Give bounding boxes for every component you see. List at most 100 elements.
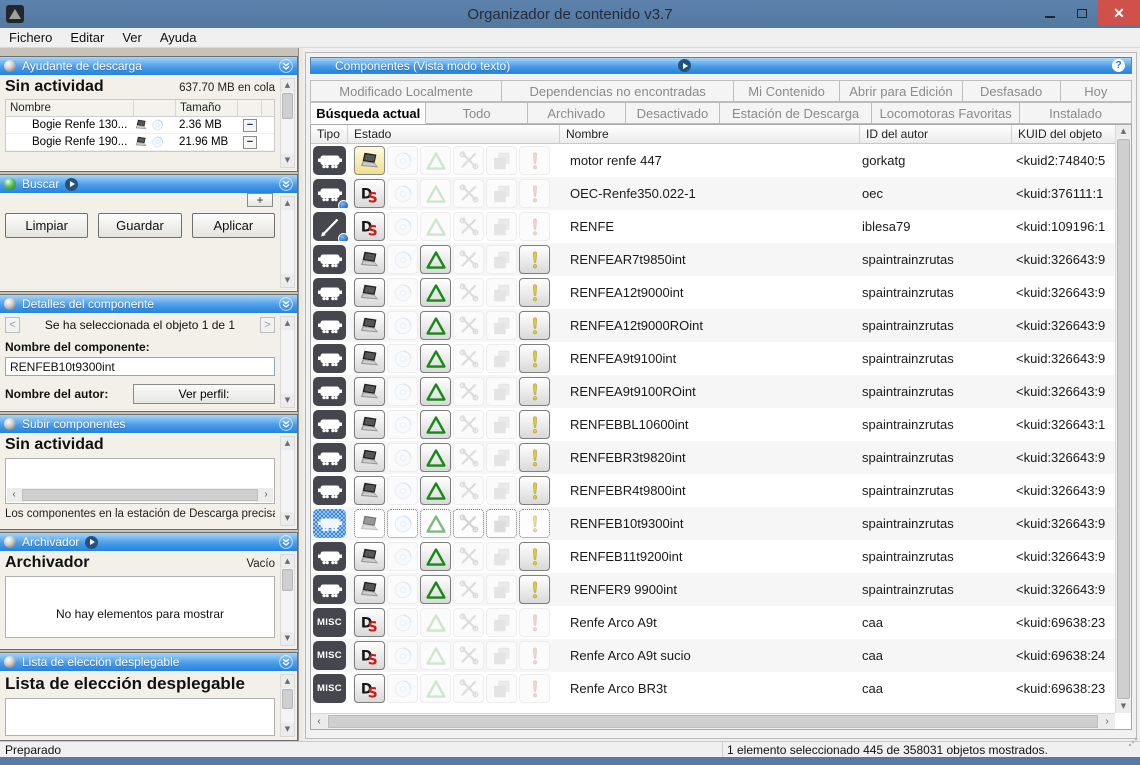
alert-status-icon[interactable]: [519, 344, 550, 373]
package-status-icon[interactable]: [486, 344, 517, 373]
scroll-down-icon[interactable]: ▼: [281, 274, 294, 287]
table-row[interactable]: DSOEC-Renfe350.022-1oec<kuid:376111:1: [311, 177, 1115, 210]
package-status-icon[interactable]: [486, 443, 517, 472]
tab-busqueda-actual[interactable]: Búsqueda actual: [310, 102, 426, 124]
tools-status-icon[interactable]: [453, 641, 484, 670]
triangle-status-icon[interactable]: [420, 212, 451, 241]
view-profile-button[interactable]: Ver perfil:: [133, 384, 275, 404]
column-header-action[interactable]: [238, 100, 262, 116]
package-status-icon[interactable]: [486, 476, 517, 505]
table-vscrollbar[interactable]: ▲ ▼: [1115, 125, 1131, 713]
triangle-status-icon[interactable]: [420, 575, 451, 604]
panel-header-dropdown-list[interactable]: Lista de elección desplegable: [0, 653, 297, 671]
tools-status-icon[interactable]: [453, 575, 484, 604]
scroll-up-icon[interactable]: ▲: [281, 79, 294, 92]
tab-desactivado[interactable]: Desactivado: [626, 102, 720, 124]
package-status-icon[interactable]: [486, 674, 517, 703]
panel-header-search[interactable]: Buscar: [0, 175, 297, 193]
play-icon[interactable]: [85, 536, 98, 549]
table-row[interactable]: DSRENFEiblesa79<kuid:109196:1: [311, 210, 1115, 243]
alert-status-icon[interactable]: [519, 245, 550, 274]
package-status-icon[interactable]: [486, 608, 517, 637]
scroll-thumb[interactable]: [282, 689, 293, 709]
cd-status-icon[interactable]: [387, 146, 418, 175]
tools-status-icon[interactable]: [453, 476, 484, 505]
alert-status-icon[interactable]: [519, 212, 550, 241]
scroll-thumb[interactable]: [282, 569, 293, 591]
tab-locomotoras-favoritas[interactable]: Locomotoras Favoritas: [872, 102, 1020, 124]
laptop-status-icon[interactable]: [354, 311, 385, 340]
package-status-icon[interactable]: [486, 179, 517, 208]
table-row[interactable]: MISCDSRenfe Arco BR3tcaa<kuid:69638:23: [311, 672, 1115, 705]
package-status-icon[interactable]: [486, 641, 517, 670]
table-row[interactable]: RENFEB11t9200intspaintrainzrutas<kuid:32…: [311, 540, 1115, 573]
table-row[interactable]: RENFER9 9900intspaintrainzrutas<kuid:326…: [311, 573, 1115, 606]
download-helper-scrollbar[interactable]: ▲ ▼: [280, 78, 295, 168]
download-queue-row[interactable]: Bogie Renfe 130...2.36 MB−: [6, 117, 274, 134]
limpiar-button[interactable]: Limpiar: [5, 213, 88, 238]
alert-status-icon[interactable]: [519, 575, 550, 604]
cd-status-icon[interactable]: [387, 575, 418, 604]
laptop-status-icon[interactable]: [354, 410, 385, 439]
alert-status-icon[interactable]: [519, 377, 550, 406]
column-header-nombre[interactable]: Nombre: [6, 100, 134, 116]
laptop-status-icon[interactable]: [354, 542, 385, 571]
tools-status-icon[interactable]: [453, 278, 484, 307]
scroll-up-icon[interactable]: ▲: [281, 675, 294, 688]
tools-status-icon[interactable]: [453, 146, 484, 175]
cd-status-icon[interactable]: [387, 212, 418, 241]
component-name-input[interactable]: [5, 357, 275, 376]
collapse-icon[interactable]: [279, 417, 293, 431]
column-header-estado[interactable]: Estado: [348, 125, 560, 143]
tools-status-icon[interactable]: [453, 212, 484, 241]
scroll-up-icon[interactable]: ▲: [281, 197, 294, 210]
cd-status-icon[interactable]: [387, 674, 418, 703]
alert-status-icon[interactable]: [519, 410, 550, 439]
column-header-tipo[interactable]: Tipo: [311, 125, 348, 143]
remove-download-button[interactable]: −: [243, 136, 257, 149]
collapse-icon[interactable]: [279, 297, 293, 311]
cd-status-icon[interactable]: [387, 641, 418, 670]
alert-status-icon[interactable]: [519, 608, 550, 637]
tab-archivado[interactable]: Archivado: [528, 102, 626, 124]
laptop-status-icon[interactable]: [354, 443, 385, 472]
scroll-down-icon[interactable]: ▼: [281, 394, 294, 407]
panel-header-upload[interactable]: Subir componentes: [0, 415, 297, 433]
maximize-button[interactable]: [1066, 0, 1098, 26]
aplicar-button[interactable]: Aplicar: [192, 213, 275, 238]
alert-status-icon[interactable]: [519, 146, 550, 175]
scroll-left-icon[interactable]: ‹: [311, 714, 327, 729]
collapse-icon[interactable]: [279, 535, 293, 549]
dropdown-listbox[interactable]: [5, 698, 275, 736]
column-header-id-del-autor[interactable]: ID del autor: [860, 125, 1012, 143]
tab-estacion-de-descarga[interactable]: Estación de Descarga: [720, 102, 872, 124]
tab-dependencias-no-encontradas[interactable]: Dependencias no encontradas: [502, 80, 734, 102]
scroll-thumb[interactable]: [328, 715, 1098, 728]
ds-status-icon[interactable]: DS: [354, 641, 385, 670]
prev-object-button[interactable]: <: [5, 317, 20, 333]
cd-status-icon[interactable]: [387, 344, 418, 373]
table-row[interactable]: RENFEA12t9000intspaintrainzrutas<kuid:32…: [311, 276, 1115, 309]
package-status-icon[interactable]: [486, 245, 517, 274]
table-row[interactable]: RENFEA9t9100intspaintrainzrutas<kuid:326…: [311, 342, 1115, 375]
cd-status-icon[interactable]: [387, 377, 418, 406]
laptop-status-icon[interactable]: [354, 278, 385, 307]
upload-hscrollbar[interactable]: ‹ ›: [7, 488, 273, 502]
collapse-icon[interactable]: [279, 59, 293, 73]
triangle-status-icon[interactable]: [420, 608, 451, 637]
scroll-thumb[interactable]: [22, 489, 258, 501]
cd-status-icon[interactable]: [387, 278, 418, 307]
alert-status-icon[interactable]: [519, 278, 550, 307]
guardar-button[interactable]: Guardar: [98, 213, 181, 238]
table-row[interactable]: RENFEAR7t9850intspaintrainzrutas<kuid:32…: [311, 243, 1115, 276]
triangle-status-icon[interactable]: [420, 674, 451, 703]
scroll-down-icon[interactable]: ▼: [281, 154, 294, 167]
resize-grip[interactable]: [1128, 737, 1138, 747]
package-status-icon[interactable]: [486, 212, 517, 241]
ds-status-icon[interactable]: DS: [354, 179, 385, 208]
tab-todo[interactable]: Todo: [426, 102, 527, 124]
triangle-status-icon[interactable]: [420, 311, 451, 340]
collapse-icon[interactable]: [279, 177, 293, 191]
scroll-thumb[interactable]: [1117, 139, 1130, 699]
scroll-up-icon[interactable]: ▲: [281, 555, 294, 568]
